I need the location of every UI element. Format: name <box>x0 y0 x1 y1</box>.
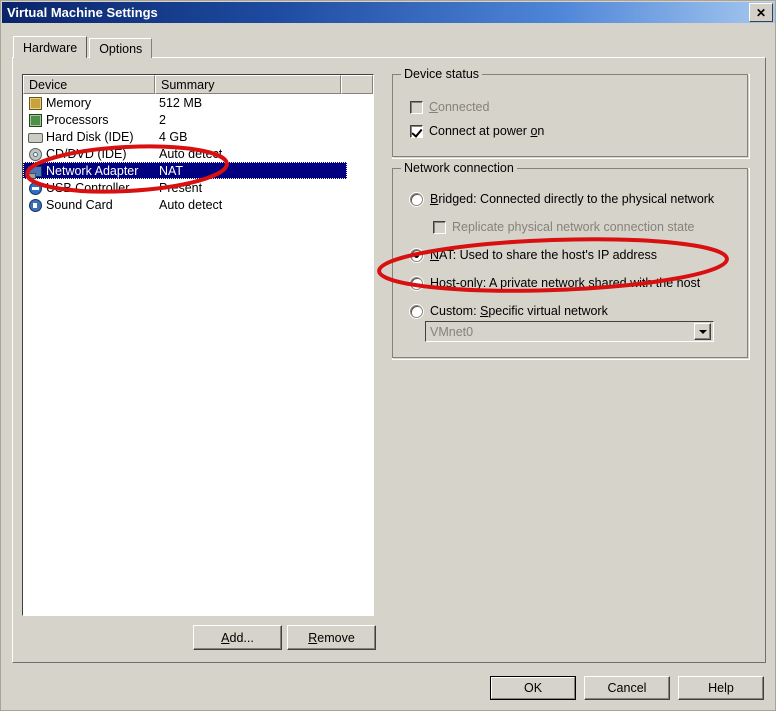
remove-button[interactable]: Remove <box>287 625 376 650</box>
column-header-summary[interactable]: Summary <box>155 75 341 94</box>
radio-button[interactable] <box>410 193 423 206</box>
connect-at-power-on-checkbox[interactable]: Connect at power on <box>410 124 544 138</box>
radio-button[interactable] <box>410 249 423 262</box>
title-bar: Virtual Machine Settings ✕ <box>2 2 776 23</box>
radio-button[interactable] <box>410 277 423 290</box>
device-status-group: Device status Connected Connect at power… <box>392 74 750 159</box>
table-row[interactable]: Processors 2 <box>23 111 373 128</box>
chevron-down-icon[interactable] <box>694 323 711 340</box>
device-summary: Present <box>159 181 202 195</box>
table-row[interactable]: CD/DVD (IDE) Auto detect <box>23 145 373 162</box>
cd-dvd-icon <box>27 146 43 161</box>
ok-button[interactable]: OK <box>490 676 576 700</box>
device-summary: 512 MB <box>159 96 202 110</box>
device-name: Sound Card <box>46 198 159 212</box>
checkbox-box <box>433 221 446 234</box>
connected-label: Connected <box>429 100 489 114</box>
device-summary: 2 <box>159 113 166 127</box>
device-name: CD/DVD (IDE) <box>46 147 159 161</box>
replicate-physical-state-checkbox: Replicate physical network connection st… <box>433 220 695 234</box>
add-button-label: Add... <box>221 631 254 645</box>
table-row[interactable]: Hard Disk (IDE) 4 GB <box>23 128 373 145</box>
radio-bridged-label: Bridged: Connected directly to the physi… <box>430 192 714 206</box>
table-row[interactable]: USB Controller Present <box>23 179 373 196</box>
device-name: Network Adapter <box>46 164 159 178</box>
ok-button-label: OK <box>524 681 542 695</box>
device-name: USB Controller <box>46 181 159 195</box>
replicate-physical-state-label: Replicate physical network connection st… <box>452 220 695 234</box>
device-summary: 4 GB <box>159 130 188 144</box>
device-name: Hard Disk (IDE) <box>46 130 159 144</box>
device-summary: Auto detect <box>159 198 222 212</box>
radio-host-only-label: Host-only: A private network shared with… <box>430 276 700 290</box>
usb-controller-icon <box>27 180 43 195</box>
checkbox-box <box>410 101 423 114</box>
network-adapter-icon <box>27 163 43 178</box>
radio-nat-label: NAT: Used to share the host's IP address <box>430 248 657 262</box>
radio-host-only[interactable]: Host-only: A private network shared with… <box>410 276 700 290</box>
processor-icon <box>27 112 43 127</box>
connected-checkbox: Connected <box>410 100 489 114</box>
connect-at-power-on-label: Connect at power on <box>429 124 544 138</box>
tab-hardware[interactable]: Hardware <box>13 36 87 58</box>
vmnet-select[interactable]: VMnet0 <box>425 321 714 342</box>
table-row[interactable]: Sound Card Auto detect <box>23 196 373 213</box>
virtual-machine-settings-dialog: Virtual Machine Settings ✕ Hardware Opti… <box>0 0 776 711</box>
hard-disk-icon <box>27 129 43 144</box>
close-icon[interactable]: ✕ <box>749 3 773 22</box>
radio-nat[interactable]: NAT: Used to share the host's IP address <box>410 248 657 262</box>
cancel-button[interactable]: Cancel <box>584 676 670 700</box>
device-list-header: Device Summary <box>23 75 373 94</box>
remove-button-label: Remove <box>308 631 355 645</box>
vmnet-select-value: VMnet0 <box>426 325 694 339</box>
device-list[interactable]: Device Summary Memory 512 MB Processors … <box>22 74 374 616</box>
column-header-device[interactable]: Device <box>23 75 155 94</box>
radio-custom[interactable]: Custom: Specific virtual network <box>410 304 608 318</box>
tab-strip: Hardware Options <box>13 37 152 58</box>
sound-card-icon <box>27 197 43 212</box>
device-status-title: Device status <box>401 67 482 81</box>
device-summary: Auto detect <box>159 147 222 161</box>
radio-custom-label: Custom: Specific virtual network <box>430 304 608 318</box>
column-header-extra[interactable] <box>341 75 373 94</box>
tab-options[interactable]: Options <box>89 38 152 58</box>
device-name: Processors <box>46 113 159 127</box>
help-button[interactable]: Help <box>678 676 764 700</box>
network-connection-title: Network connection <box>401 161 517 175</box>
table-row[interactable]: Memory 512 MB <box>23 94 373 111</box>
table-row-network-adapter[interactable]: Network Adapter NAT <box>23 162 347 179</box>
memory-icon <box>27 95 43 110</box>
device-name: Memory <box>46 96 159 110</box>
device-summary: NAT <box>159 164 183 178</box>
radio-button[interactable] <box>410 305 423 318</box>
checkbox-box[interactable] <box>410 125 423 138</box>
radio-bridged[interactable]: Bridged: Connected directly to the physi… <box>410 192 714 206</box>
add-button[interactable]: Add... <box>193 625 282 650</box>
window-title: Virtual Machine Settings <box>2 5 158 20</box>
